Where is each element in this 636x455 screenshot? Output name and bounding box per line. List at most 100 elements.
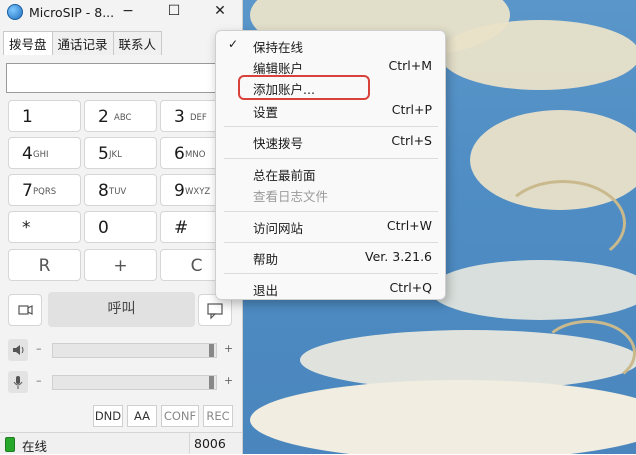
tab-dialpad[interactable]: 拨号盘 (3, 31, 53, 55)
volume-plus-label: + (224, 374, 234, 387)
tab-bar: 拨号盘 通话记录 联系人 (3, 31, 163, 55)
menu-item-label: 设置 (253, 105, 279, 120)
menu-separator (224, 242, 438, 243)
speaker-mute-button[interactable] (8, 339, 28, 361)
menu-item-label: 访问网站 (253, 221, 304, 236)
key-letters: ABC (114, 113, 132, 123)
menu-item-version: Ver. 3.21.6 (365, 249, 432, 264)
menu-separator (224, 158, 438, 159)
key-2[interactable]: 2 ABC (84, 100, 157, 132)
wallpaper-wave (250, 380, 636, 454)
key-label: R (38, 256, 51, 276)
status-bar: 在线 8006 (0, 432, 242, 454)
key-digit: 8 (98, 181, 109, 201)
status-text[interactable]: 在线 (22, 436, 47, 455)
key-7[interactable]: 7 PQRS (8, 174, 81, 206)
record-button[interactable]: REC (203, 405, 233, 427)
wallpaper-wave (430, 260, 636, 320)
mic-mute-button[interactable] (8, 371, 28, 393)
key-letters: JKL (109, 150, 122, 160)
mic-volume-slider[interactable] (52, 375, 217, 390)
menu-item-shortcut: Ctrl+P (391, 102, 432, 117)
key-digit: # (174, 218, 189, 238)
wallpaper-cloud (440, 20, 636, 90)
menu-item-label: 查看日志文件 (253, 189, 329, 204)
auto-answer-button[interactable]: AA (127, 405, 157, 427)
speaker-volume-row: – + (8, 339, 236, 361)
redial-button[interactable]: R (8, 249, 81, 281)
key-digit: 4 (22, 144, 33, 164)
menu-separator (224, 126, 438, 127)
menu-item-visit-website[interactable]: 访问网站 Ctrl+W (216, 216, 445, 238)
key-8[interactable]: 8 TUV (84, 174, 157, 206)
menu-item-shortcut: Ctrl+Q (389, 280, 432, 295)
menu-item-shortcut: Ctrl+W (386, 218, 432, 233)
menu-item-help[interactable]: 帮助 Ver. 3.21.6 (216, 247, 445, 269)
key-digit: 6 (174, 144, 185, 164)
menu-item-label: 总在最前面 (253, 168, 316, 183)
slider-thumb[interactable] (209, 376, 214, 389)
minimize-button[interactable]: − (106, 0, 150, 24)
menu-item-label: 快速拨号 (253, 136, 304, 151)
key-digit: 9 (174, 181, 185, 201)
volume-plus-label: + (224, 342, 234, 355)
menu-item-speed-dial[interactable]: 快速拨号 Ctrl+S (216, 131, 445, 153)
key-digit: 0 (98, 218, 109, 238)
mic-volume-row: – + (8, 371, 236, 393)
account-context-menu: ✓ 保持在线 编辑账户 Ctrl+M 添加账户... 设置 Ctrl+P 快速拨… (215, 30, 446, 300)
menu-item-shortcut: Ctrl+S (391, 133, 432, 148)
call-button[interactable]: 呼叫 (48, 292, 195, 327)
menu-item-settings[interactable]: 设置 Ctrl+P (216, 100, 445, 122)
key-letters: MNO (185, 150, 206, 160)
menu-item-stay-online[interactable]: ✓ 保持在线 (216, 35, 445, 57)
menu-item-shortcut: Ctrl+M (388, 58, 433, 73)
speaker-volume-slider[interactable] (52, 343, 217, 358)
menu-item-label: 保持在线 (253, 40, 304, 55)
key-letters: DEF (190, 113, 207, 123)
key-digit: 3 (174, 107, 185, 127)
key-letters: WXYZ (185, 187, 211, 197)
key-4[interactable]: 4 GHI (8, 137, 81, 169)
video-call-button[interactable] (8, 294, 42, 326)
maximize-button[interactable]: ☐ (152, 0, 196, 24)
slider-thumb[interactable] (209, 344, 214, 357)
key-digit: 5 (98, 144, 109, 164)
menu-item-view-log: 查看日志文件 (216, 184, 445, 206)
key-digit: 2 (98, 107, 109, 127)
dnd-button[interactable]: DND (93, 405, 123, 427)
conference-button[interactable]: CONF (161, 405, 199, 427)
tab-call-history[interactable]: 通话记录 (51, 31, 114, 55)
number-input[interactable] (6, 63, 221, 93)
key-star[interactable]: * (8, 211, 81, 243)
window-title: MicroSIP - 8... (29, 4, 115, 20)
key-letters: PQRS (33, 187, 57, 197)
volume-minus-label: – (36, 342, 42, 355)
menu-item-always-on-top[interactable]: 总在最前面 (216, 163, 445, 185)
key-label: + (113, 256, 128, 276)
wallpaper-line (500, 180, 626, 266)
extension-number: 8006 (189, 433, 241, 454)
microphone-icon (13, 376, 23, 389)
menu-item-exit[interactable]: 退出 Ctrl+Q (216, 278, 445, 300)
key-0[interactable]: 0 (84, 211, 157, 243)
key-letters: GHI (33, 150, 49, 160)
key-5[interactable]: 5 JKL (84, 137, 157, 169)
menu-separator (224, 273, 438, 274)
key-digit: 7 (22, 181, 33, 201)
online-status-icon (5, 437, 15, 452)
tab-contacts[interactable]: 联系人 (112, 31, 163, 55)
menu-item-label: 退出 (253, 283, 279, 298)
close-button[interactable]: ✕ (198, 0, 242, 24)
video-camera-icon (18, 305, 33, 315)
menu-item-label: 帮助 (253, 252, 279, 267)
plus-button[interactable]: + (84, 249, 157, 281)
key-digit: * (22, 218, 31, 238)
key-1[interactable]: 1 (8, 100, 81, 132)
menu-separator (224, 211, 438, 212)
checkmark-icon: ✓ (228, 37, 239, 51)
microsip-logo-icon (7, 4, 23, 20)
microsip-window: MicroSIP - 8... − ☐ ✕ 拨号盘 通话记录 联系人 1 2 AB… (0, 0, 243, 454)
key-letters: TUV (109, 187, 127, 197)
volume-minus-label: – (36, 374, 42, 387)
red-highlight-box (238, 75, 370, 100)
